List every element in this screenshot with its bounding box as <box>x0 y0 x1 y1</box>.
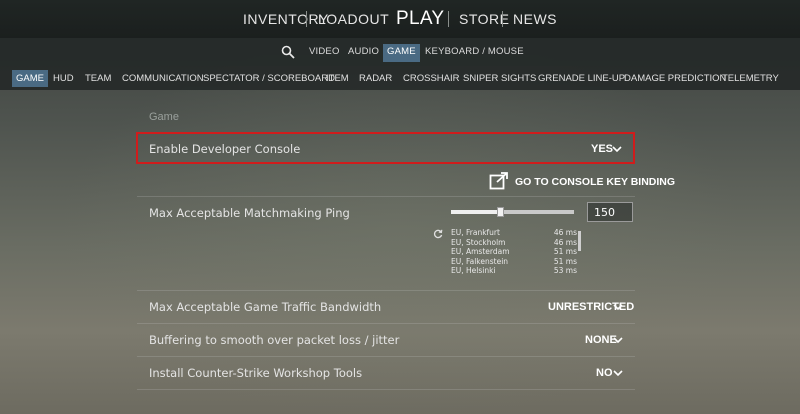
list-item: EU, Falkenstein 51 ms <box>451 256 577 266</box>
nav-loadout[interactable]: LOADOUT <box>318 11 389 27</box>
nav-divider <box>306 11 307 27</box>
row-divider <box>137 389 635 390</box>
server-list-scrollbar[interactable] <box>578 231 581 251</box>
category-crosshair[interactable]: CROSSHAIR <box>403 73 459 84</box>
category-radar[interactable]: RADAR <box>359 73 392 84</box>
tab-game[interactable]: GAME <box>383 44 420 62</box>
workshop-tools-dropdown[interactable]: NO <box>596 367 613 379</box>
chevron-down-icon[interactable] <box>613 369 623 377</box>
category-spectator-scoreboard[interactable]: SPECTATOR / SCOREBOARD <box>203 73 335 84</box>
dev-console-label: Enable Developer Console <box>149 142 301 156</box>
buffering-dropdown[interactable]: NONE <box>585 334 617 346</box>
chevron-down-icon[interactable] <box>613 303 623 311</box>
category-telemetry[interactable]: TELEMETRY <box>722 73 779 84</box>
console-key-binding-link[interactable]: GO TO CONSOLE KEY BINDING <box>515 176 675 188</box>
nav-divider <box>448 11 449 27</box>
list-item: EU, Frankfurt 46 ms <box>451 228 577 237</box>
section-title: Game <box>149 111 179 123</box>
tab-video[interactable]: VIDEO <box>309 46 340 60</box>
server-list: EU, Frankfurt 46 ms EU, Stockholm 46 ms EU… <box>451 228 577 276</box>
category-sniper-sights[interactable]: SNIPER SIGHTS <box>463 73 536 84</box>
nav-news[interactable]: NEWS <box>513 11 557 27</box>
category-hud[interactable]: HUD <box>53 73 74 84</box>
list-item: EU, Helsinki 53 ms <box>451 266 577 275</box>
row-divider <box>137 323 635 324</box>
workshop-tools-label: Install Counter-Strike Workshop Tools <box>149 366 363 380</box>
row-divider <box>137 356 635 357</box>
search-icon[interactable] <box>281 45 295 59</box>
nav-divider <box>502 11 503 27</box>
ping-label: Max Acceptable Matchmaking Ping <box>149 206 350 220</box>
category-damage-prediction[interactable]: DAMAGE PREDICTION <box>624 73 726 84</box>
ping-slider-fill <box>451 210 501 214</box>
list-item: EU, Amsterdam 51 ms <box>451 247 577 256</box>
category-communication[interactable]: COMMUNICATION <box>122 73 204 84</box>
row-divider <box>137 290 635 291</box>
dev-console-dropdown[interactable]: YES <box>591 143 613 155</box>
buffering-label: Buffering to smooth over packet loss / j… <box>149 333 400 347</box>
category-grenade-line-up[interactable]: GRENADE LINE-UP <box>538 73 625 84</box>
bandwidth-label: Max Acceptable Game Traffic Bandwidth <box>149 300 382 314</box>
ping-value-input[interactable]: 150 <box>587 202 633 222</box>
row-divider <box>137 196 635 197</box>
category-team[interactable]: TEAM <box>85 73 111 84</box>
chevron-down-icon[interactable] <box>612 145 622 153</box>
list-item: EU, Stockholm 46 ms <box>451 237 577 247</box>
ping-slider-handle[interactable] <box>497 207 505 217</box>
category-item[interactable]: ITEM <box>326 73 349 84</box>
tab-audio[interactable]: AUDIO <box>348 46 379 60</box>
external-link-icon[interactable] <box>489 172 509 190</box>
main-nav: INVENTORY LOADOUT PLAY STORE NEWS <box>0 0 800 38</box>
category-game[interactable]: GAME <box>12 70 48 87</box>
refresh-icon[interactable] <box>433 229 443 239</box>
nav-play[interactable]: PLAY <box>396 8 444 30</box>
tab-keyboard-mouse[interactable]: KEYBOARD / MOUSE <box>425 46 524 60</box>
nav-inventory[interactable]: INVENTORY <box>243 11 329 27</box>
chevron-down-icon[interactable] <box>613 336 623 344</box>
